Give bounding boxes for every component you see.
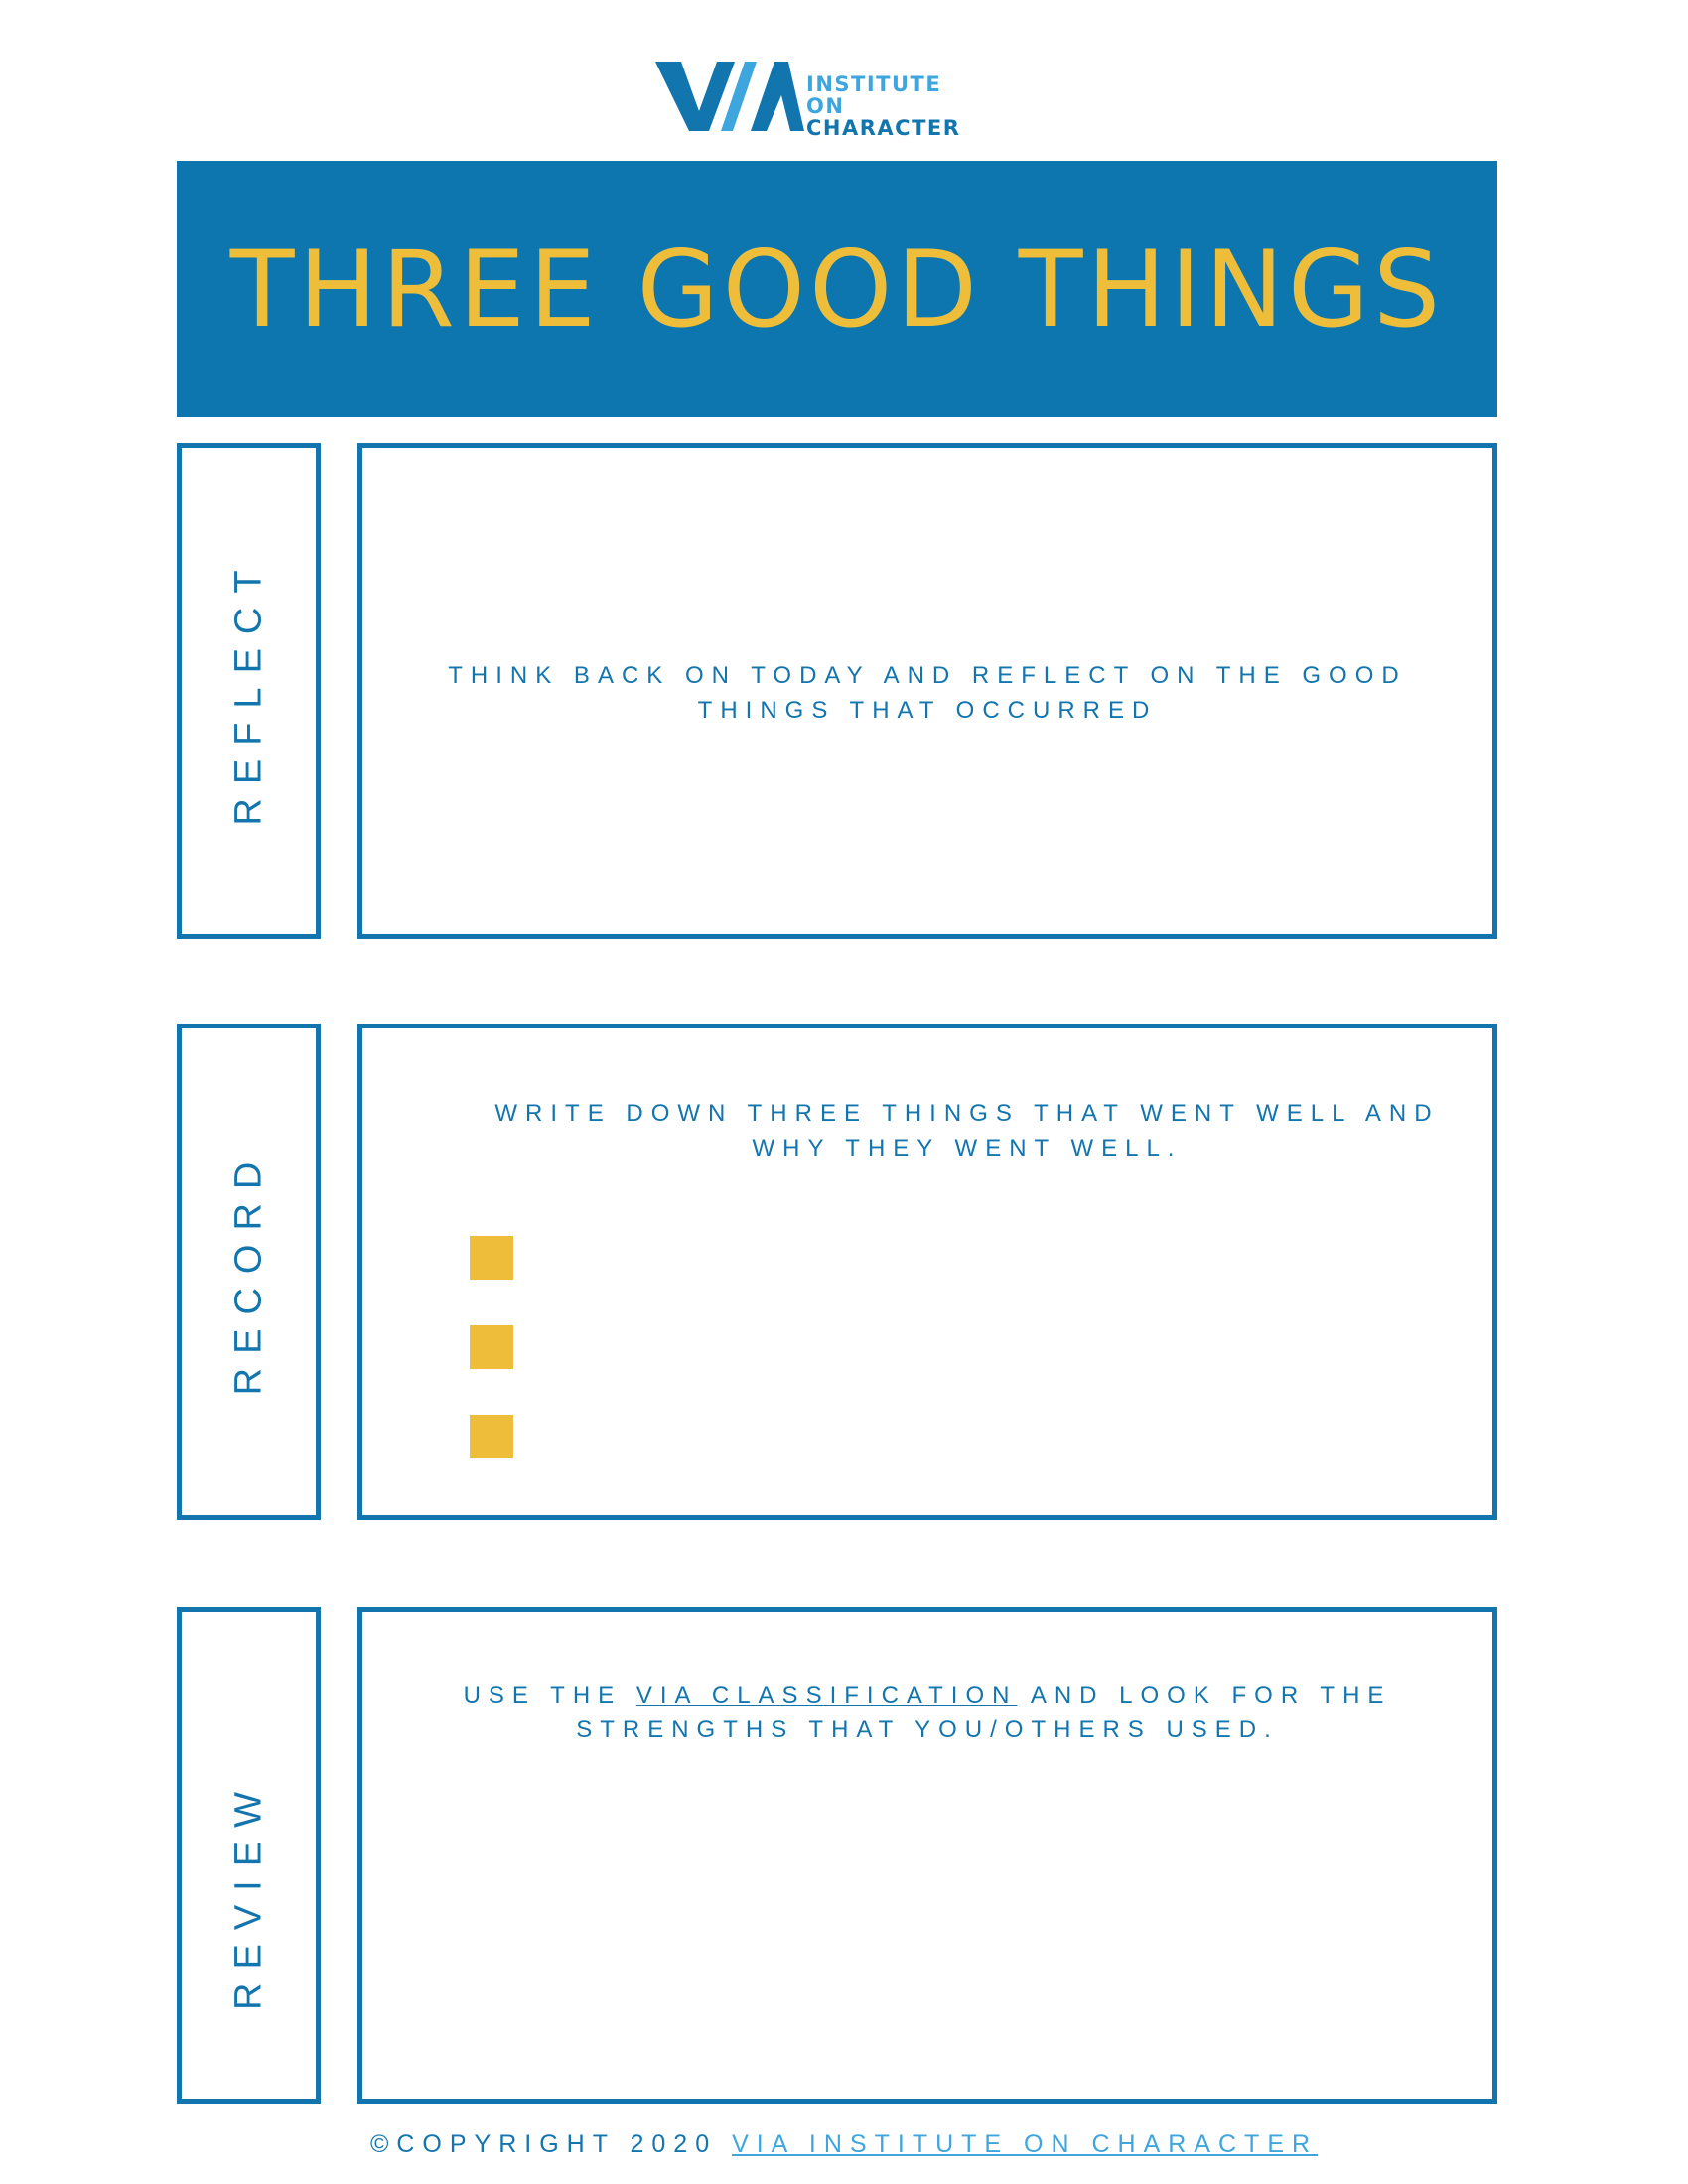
review-label-box: REVIEW (177, 1607, 321, 2104)
record-instruction: WRITE DOWN THREE THINGS THAT WENT WELL A… (442, 1096, 1492, 1165)
yellow-square-icon (470, 1415, 513, 1458)
via-logo: INSTITUTE ON CHARACTER (655, 60, 983, 139)
review-instruction-pre: USE THE (463, 1682, 636, 1708)
reflect-content-box: THINK BACK ON TODAY AND REFLECT ON THE G… (357, 443, 1497, 939)
reflect-label: REFLECT (227, 556, 269, 826)
reflect-instruction: THINK BACK ON TODAY AND REFLECT ON THE G… (362, 658, 1492, 728)
yellow-square-icon (470, 1236, 513, 1280)
record-label: RECORD (227, 1148, 269, 1396)
record-instruction-line-1: WRITE DOWN THREE THINGS THAT WENT WELL A… (494, 1100, 1440, 1127)
logo-line-2: CHARACTER (806, 116, 961, 140)
review-instruction-line-1: USE THE VIA CLASSIFICATION AND LOOK FOR … (362, 1678, 1492, 1712)
record-label-box: RECORD (177, 1024, 321, 1520)
via-logo-mark-icon (655, 62, 804, 131)
via-classification-link[interactable]: VIA CLASSIFICATION (636, 1682, 1018, 1708)
review-instruction: USE THE VIA CLASSIFICATION AND LOOK FOR … (362, 1678, 1492, 1747)
footer: ©COPYRIGHT 2020 VIA INSTITUTE ON CHARACT… (0, 2130, 1688, 2159)
logo-wordmark: INSTITUTE ON CHARACTER (806, 73, 983, 139)
copyright-text: ©COPYRIGHT 2020 (369, 2130, 733, 2158)
review-label: REVIEW (227, 1778, 269, 2011)
logo-line-1: INSTITUTE ON (806, 72, 942, 118)
review-instruction-post: AND LOOK FOR THE (1017, 1682, 1392, 1708)
review-content-box: USE THE VIA CLASSIFICATION AND LOOK FOR … (357, 1607, 1497, 2104)
page-title: THREE GOOD THINGS (229, 227, 1445, 350)
record-instruction-line-2: WHY THEY WENT WELL. (752, 1135, 1183, 1161)
reflect-instruction-line-2: THINGS THAT OCCURRED (697, 697, 1158, 724)
yellow-square-icon (470, 1325, 513, 1369)
title-banner: THREE GOOD THINGS (177, 161, 1497, 417)
reflect-label-box: REFLECT (177, 443, 321, 939)
review-instruction-line-2: STRENGTHS THAT YOU/OTHERS USED. (576, 1716, 1279, 1743)
reflect-instruction-line-1: THINK BACK ON TODAY AND REFLECT ON THE G… (448, 662, 1407, 689)
record-content-box: WRITE DOWN THREE THINGS THAT WENT WELL A… (357, 1024, 1497, 1520)
via-website-link[interactable]: VIA INSTITUTE ON CHARACTER (732, 2130, 1318, 2158)
